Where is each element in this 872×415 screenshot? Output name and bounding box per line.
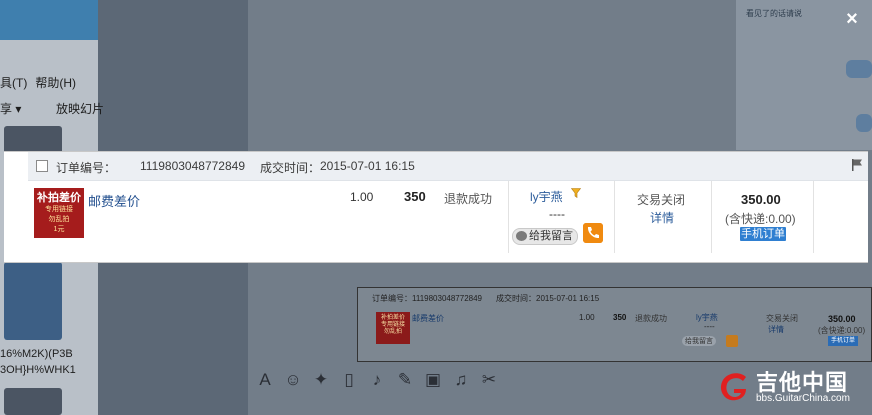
buyer-placeholder: ---- <box>549 207 565 221</box>
background-thumbnail <box>4 262 62 340</box>
mini-order-preview: 订单编号：1119803048772849 成交时间：2015-07-01 16:… <box>357 287 872 362</box>
menu-help[interactable]: 帮助(H) <box>35 76 76 90</box>
mini-shipping: (含快递:0.00) <box>818 326 866 335</box>
phone-icon[interactable] <box>583 223 603 243</box>
scissors-icon[interactable]: ✂ <box>480 370 498 390</box>
item-price: 350 <box>404 189 426 204</box>
watermark-en: bbs.GuitarChina.com <box>756 393 850 404</box>
mini-phone-icon <box>726 335 738 347</box>
mini-quantity: 1.00 <box>579 313 595 322</box>
mini-leave-message: 给我留言 <box>682 336 716 346</box>
mini-item-thumbnail: 补拍差价 专用链接 勿乱拍 <box>376 312 410 344</box>
font-icon[interactable]: A <box>256 370 274 390</box>
order-number: 1119803048772849 <box>140 159 245 173</box>
order-number-label: 订单编号： <box>56 161 117 175</box>
emoji-icon[interactable]: ☺ <box>284 370 302 390</box>
detail-link[interactable]: 详情 <box>650 209 674 226</box>
filter-icon[interactable] <box>571 188 581 198</box>
close-icon[interactable]: × <box>844 9 860 29</box>
trade-status: 交易关闭 <box>637 193 686 207</box>
mini-time-label: 成交时间：2015-07-01 16:15 <box>496 294 600 303</box>
music-icon[interactable]: ♫ <box>452 370 470 390</box>
order-checkbox[interactable] <box>36 160 48 172</box>
mic-icon[interactable]: ♪ <box>368 370 386 390</box>
leave-message-button[interactable]: 给我留言 <box>512 228 578 245</box>
watermark: 吉他中国 bbs.GuitarChina.com <box>716 365 866 409</box>
shipping-fee: (含快递:0.00) <box>725 212 796 226</box>
deal-time-label: 成交时间： <box>260 161 321 175</box>
item-name-link[interactable]: 邮费差价 <box>88 191 140 210</box>
mini-detail: 详情 <box>768 325 784 334</box>
menu-tools[interactable]: 具(T) <box>0 76 27 90</box>
guitarchina-logo-icon <box>720 373 746 401</box>
mini-refund-status: 退款成功 <box>635 314 667 323</box>
flag-icon[interactable] <box>850 158 864 172</box>
mobile-order-badge[interactable]: 手机订单 <box>740 227 786 241</box>
image-icon[interactable]: ▣ <box>424 370 442 390</box>
order-item-row: 补拍差价 专用链接 勿乱拍 1元 邮费差价 1.00 350 退款成功 ly宇燕… <box>28 181 868 255</box>
background-menu: 具(T) 帮助(H) <box>0 72 98 94</box>
mini-mobile-order: 手机订单 <box>828 336 858 346</box>
background-thumbnail <box>4 388 62 415</box>
background-code-text: 16%M2K)(P3B 3OH}H%WHK1 <box>0 348 76 376</box>
edit-icon[interactable]: ✎ <box>396 370 414 390</box>
background-slideshow[interactable]: 放映幻片 <box>56 98 104 120</box>
item-thumbnail[interactable]: 补拍差价 专用链接 勿乱拍 1元 <box>34 188 84 238</box>
order-header: 订单编号： 1119803048772849 成交时间： 2015-07-01 … <box>28 152 868 181</box>
mini-order-label: 订单编号：1119803048772849 <box>372 294 482 303</box>
screenshot-icon[interactable]: ▯ <box>340 370 358 390</box>
chat-snippet: 看见了的话请说 <box>746 9 802 18</box>
deal-time: 2015-07-01 16:15 <box>320 159 415 173</box>
mini-item-name: 邮费差价 <box>412 314 444 323</box>
mini-price: 350 <box>613 313 627 322</box>
magic-icon[interactable]: ✦ <box>312 370 330 390</box>
buyer-name-link[interactable]: ly宇燕 <box>530 188 563 205</box>
order-card: 订单编号： 1119803048772849 成交时间： 2015-07-01 … <box>4 151 868 263</box>
total-amount: 350.00 <box>741 192 781 207</box>
mini-placeholder: ---- <box>704 322 715 331</box>
item-quantity: 1.00 <box>350 190 374 204</box>
background-chat-toolbar: A ☺ ✦ ▯ ♪ ✎ ▣ ♫ ✂ <box>256 368 498 392</box>
chat-bubble-icon <box>516 231 527 241</box>
mini-total: 350.00 <box>828 314 856 324</box>
mini-trade-status: 交易关闭 <box>766 314 798 323</box>
refund-status: 退款成功 <box>444 192 493 206</box>
